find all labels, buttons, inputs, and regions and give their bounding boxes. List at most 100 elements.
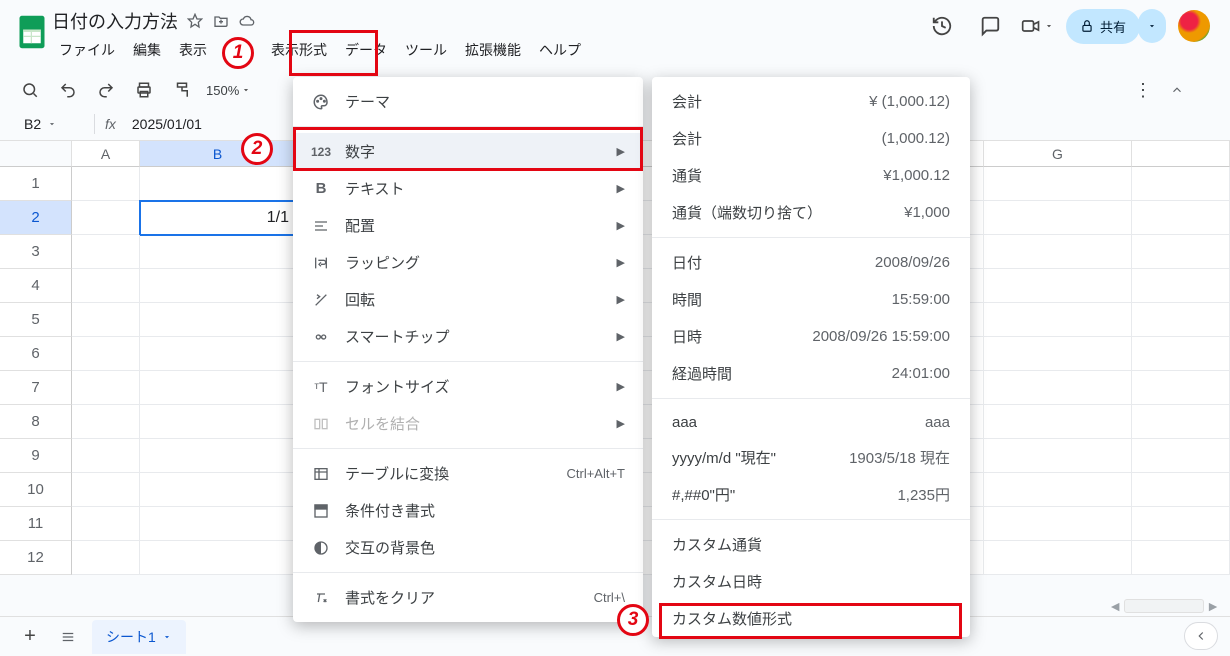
- explore-button[interactable]: [1184, 622, 1218, 650]
- select-all-corner[interactable]: [0, 141, 72, 167]
- star-icon[interactable]: [186, 12, 204, 30]
- cell-B6[interactable]: [140, 337, 296, 371]
- cell-G9[interactable]: [984, 439, 1132, 473]
- cell-G7[interactable]: [984, 371, 1132, 405]
- row-header[interactable]: 5: [0, 303, 72, 337]
- menu-item-number[interactable]: 123 数字 ▶: [293, 133, 643, 170]
- cell-A3[interactable]: [72, 235, 140, 269]
- print-icon[interactable]: [130, 76, 158, 104]
- menu-edit[interactable]: 編集: [126, 36, 168, 64]
- collapse-toolbar-icon[interactable]: [1170, 83, 1184, 97]
- row-header[interactable]: 1: [0, 167, 72, 201]
- cell-H6[interactable]: [1132, 337, 1230, 371]
- cell-G11[interactable]: [984, 507, 1132, 541]
- menu-item-smartchip[interactable]: スマートチップ ▶: [293, 318, 643, 355]
- paint-format-icon[interactable]: [168, 76, 196, 104]
- undo-icon[interactable]: [54, 76, 82, 104]
- nf-custom-datetime[interactable]: カスタム日時: [652, 563, 970, 600]
- menu-extensions[interactable]: 拡張機能: [458, 36, 528, 64]
- cell-A10[interactable]: [72, 473, 140, 507]
- cell-A5[interactable]: [72, 303, 140, 337]
- cloud-status-icon[interactable]: [238, 12, 256, 30]
- nf-custom-currency[interactable]: カスタム通貨: [652, 526, 970, 563]
- cell-G5[interactable]: [984, 303, 1132, 337]
- all-sheets-icon[interactable]: [54, 623, 82, 651]
- row-header[interactable]: 10: [0, 473, 72, 507]
- sheets-logo[interactable]: [12, 8, 52, 56]
- cell-H3[interactable]: [1132, 235, 1230, 269]
- cell-G2[interactable]: [984, 201, 1132, 235]
- cell-A7[interactable]: [72, 371, 140, 405]
- row-header[interactable]: 9: [0, 439, 72, 473]
- menu-item-alt-colors[interactable]: 交互の背景色: [293, 529, 643, 566]
- avatar[interactable]: [1178, 10, 1210, 42]
- menu-item-rotate[interactable]: 回転 ▶: [293, 281, 643, 318]
- col-header-H[interactable]: [1132, 141, 1230, 167]
- cell-H5[interactable]: [1132, 303, 1230, 337]
- menu-item-cond-format[interactable]: 条件付き書式: [293, 492, 643, 529]
- menu-item-to-table[interactable]: テーブルに変換 Ctrl+Alt+T: [293, 455, 643, 492]
- nf-custom-ymd[interactable]: yyyy/m/d "現在"1903/5/18 現在: [652, 439, 970, 476]
- cell-A8[interactable]: [72, 405, 140, 439]
- cell-A1[interactable]: [72, 167, 140, 201]
- cell-B2[interactable]: 1/1: [140, 201, 296, 235]
- toolbar-overflow-icon[interactable]: ⋮: [1134, 80, 1152, 101]
- menu-view[interactable]: 表示: [172, 36, 214, 64]
- row-header[interactable]: 4: [0, 269, 72, 303]
- nf-date[interactable]: 日付2008/09/26: [652, 244, 970, 281]
- doc-title[interactable]: 日付の入力方法: [52, 8, 178, 34]
- cell-B7[interactable]: [140, 371, 296, 405]
- cell-H11[interactable]: [1132, 507, 1230, 541]
- cell-G12[interactable]: [984, 541, 1132, 575]
- cell-A6[interactable]: [72, 337, 140, 371]
- zoom-selector[interactable]: 150%: [206, 83, 251, 98]
- name-box[interactable]: B2: [24, 116, 84, 132]
- meet-button[interactable]: [1020, 16, 1054, 36]
- cell-B5[interactable]: [140, 303, 296, 337]
- nf-datetime[interactable]: 日時2008/09/26 15:59:00: [652, 318, 970, 355]
- menu-item-theme[interactable]: テーマ: [293, 83, 643, 120]
- cell-H4[interactable]: [1132, 269, 1230, 303]
- nf-currency[interactable]: 通貨¥1,000.12: [652, 157, 970, 194]
- nf-time[interactable]: 時間15:59:00: [652, 281, 970, 318]
- share-dropdown[interactable]: [1138, 9, 1166, 43]
- cell-H7[interactable]: [1132, 371, 1230, 405]
- cell-A11[interactable]: [72, 507, 140, 541]
- add-sheet-icon[interactable]: +: [16, 623, 44, 651]
- cell-B8[interactable]: [140, 405, 296, 439]
- menu-help[interactable]: ヘルプ: [532, 36, 588, 64]
- cell-B3[interactable]: [140, 235, 296, 269]
- move-icon[interactable]: [212, 12, 230, 30]
- cell-G1[interactable]: [984, 167, 1132, 201]
- menu-item-clear-format[interactable]: 書式をクリア Ctrl+\: [293, 579, 643, 616]
- cell-H8[interactable]: [1132, 405, 1230, 439]
- nf-custom-yen[interactable]: #,##0"円"1,235円: [652, 476, 970, 513]
- col-header-A[interactable]: A: [72, 141, 140, 167]
- menu-item-wrap[interactable]: ラッピング ▶: [293, 244, 643, 281]
- row-header[interactable]: 8: [0, 405, 72, 439]
- cell-H9[interactable]: [1132, 439, 1230, 473]
- cell-G3[interactable]: [984, 235, 1132, 269]
- menu-item-align[interactable]: 配置 ▶: [293, 207, 643, 244]
- share-button[interactable]: 共有: [1066, 9, 1140, 44]
- cell-A12[interactable]: [72, 541, 140, 575]
- cell-H10[interactable]: [1132, 473, 1230, 507]
- row-header[interactable]: 6: [0, 337, 72, 371]
- row-header[interactable]: 12: [0, 541, 72, 575]
- cell-H12[interactable]: [1132, 541, 1230, 575]
- search-icon[interactable]: [16, 76, 44, 104]
- redo-icon[interactable]: [92, 76, 120, 104]
- horizontal-scrollbar[interactable]: ◄►: [1108, 598, 1220, 614]
- menu-item-fontsize[interactable]: тT フォントサイズ ▶: [293, 368, 643, 405]
- row-header[interactable]: 2: [0, 201, 72, 235]
- nf-duration[interactable]: 経過時間24:01:00: [652, 355, 970, 392]
- cell-H1[interactable]: [1132, 167, 1230, 201]
- cell-B12[interactable]: [140, 541, 296, 575]
- menu-format[interactable]: 表示形式: [264, 36, 334, 64]
- cell-A4[interactable]: [72, 269, 140, 303]
- cell-G8[interactable]: [984, 405, 1132, 439]
- cell-A9[interactable]: [72, 439, 140, 473]
- cell-G6[interactable]: [984, 337, 1132, 371]
- nf-accounting-1[interactable]: 会計¥ (1,000.12): [652, 83, 970, 120]
- menu-data[interactable]: データ: [338, 36, 394, 64]
